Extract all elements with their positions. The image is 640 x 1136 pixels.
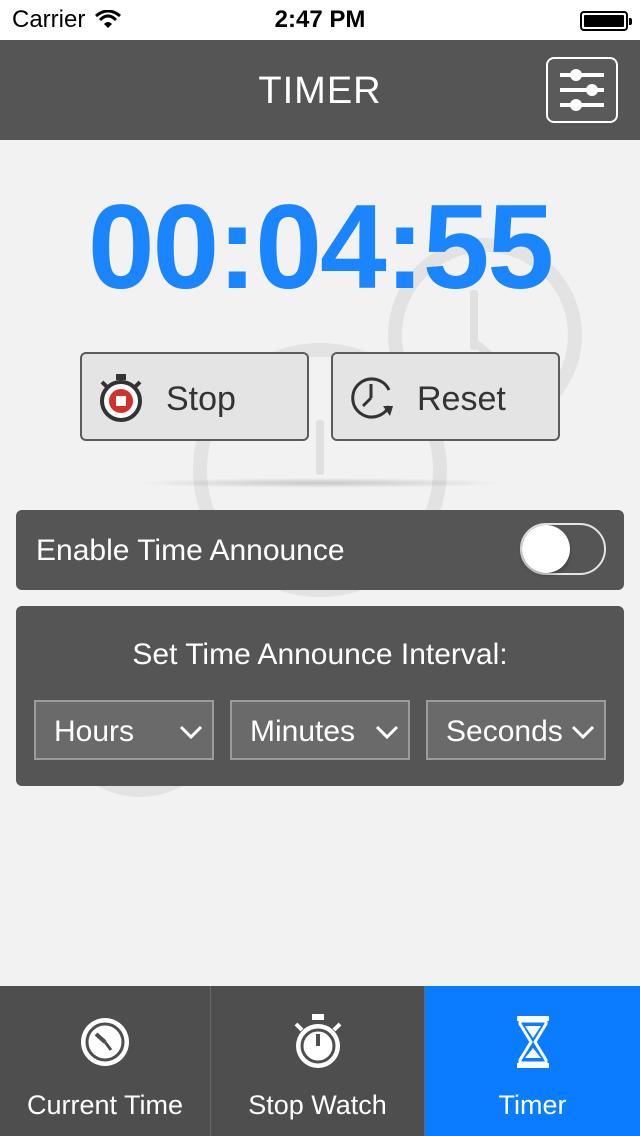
interval-panel: Set Time Announce Interval: Hours Minute… — [16, 606, 624, 786]
status-time: 2:47 PM — [274, 6, 366, 33]
settings-button[interactable] — [546, 57, 618, 123]
chevron-down-icon — [375, 725, 399, 740]
announce-label: Enable Time Announce — [36, 534, 345, 567]
hourglass-icon — [516, 1016, 549, 1068]
interval-title: Set Time Announce Interval: — [132, 638, 508, 671]
tab-current-time[interactable]: Current Time — [0, 986, 211, 1136]
seconds-picker-label: Seconds — [446, 715, 563, 748]
minutes-picker-label: Minutes — [250, 715, 356, 748]
tab-stop-watch[interactable]: Stop Watch — [211, 986, 425, 1136]
stopwatch-stop-icon — [100, 374, 142, 422]
tab-bar: Current Time Stop Watch Timer — [0, 986, 640, 1136]
page-title: TIMER — [258, 70, 382, 112]
clock-icon — [81, 1018, 129, 1066]
announce-toggle[interactable] — [520, 523, 606, 575]
tab-current-time-label: Current Time — [26, 1090, 184, 1120]
seconds-picker[interactable]: Seconds — [426, 700, 606, 760]
hours-picker-label: Hours — [54, 715, 135, 748]
stop-label: Stop — [166, 380, 236, 418]
tab-timer-label: Timer — [498, 1090, 567, 1120]
chevron-down-icon — [179, 725, 203, 740]
reset-button[interactable]: Reset — [331, 352, 560, 441]
nav-bar: TIMER — [0, 40, 640, 140]
hours-picker[interactable]: Hours — [34, 700, 214, 760]
tab-stop-watch-label: Stop Watch — [248, 1090, 387, 1120]
sliders-icon — [560, 69, 604, 111]
tab-timer[interactable]: Timer — [425, 986, 640, 1136]
buttons-shadow — [130, 478, 510, 488]
status-bar: Carrier 2:47 PM — [0, 0, 640, 40]
chevron-down-icon — [571, 725, 595, 740]
announce-row: Enable Time Announce — [16, 510, 624, 590]
stop-button[interactable]: Stop — [80, 352, 309, 441]
minutes-picker[interactable]: Minutes — [230, 700, 410, 760]
stopwatch-icon — [294, 1014, 341, 1068]
timer-display: 00:04:55 — [87, 180, 554, 314]
reset-clock-icon — [351, 377, 393, 419]
reset-label: Reset — [417, 380, 506, 418]
battery-icon — [580, 11, 632, 31]
toggle-knob — [522, 525, 570, 573]
